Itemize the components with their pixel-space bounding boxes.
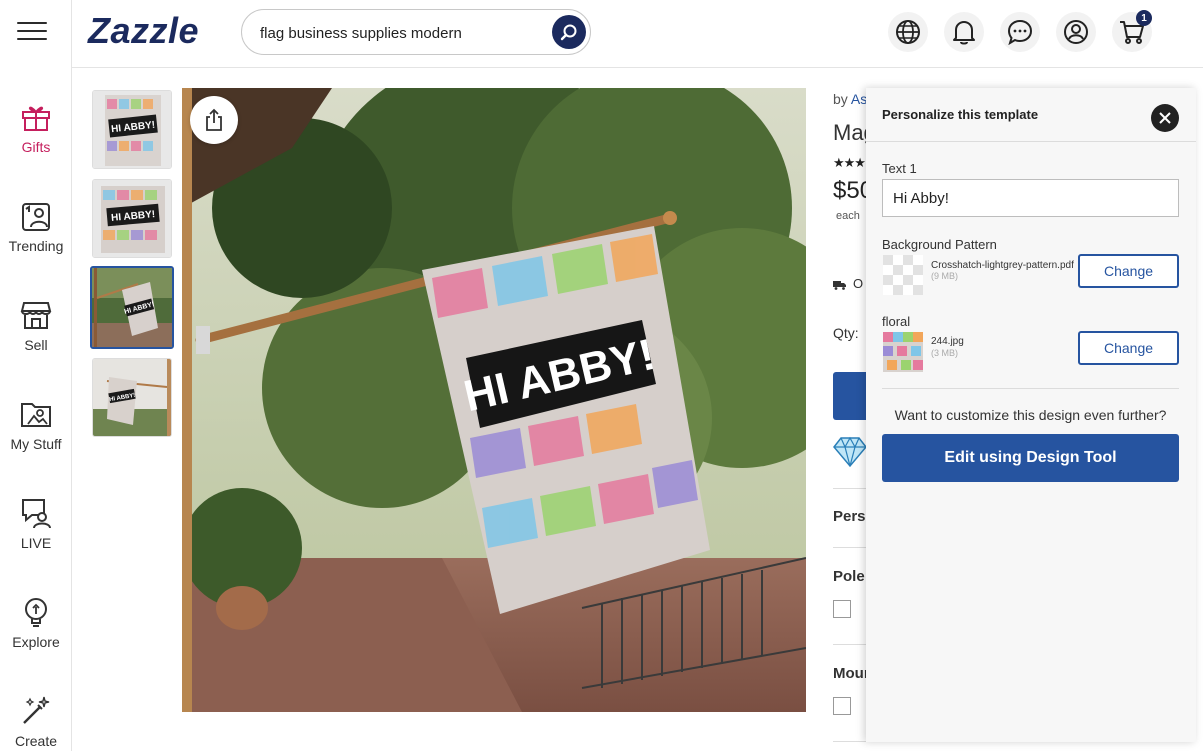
floral-label: floral xyxy=(882,314,911,329)
truck-icon xyxy=(833,280,846,290)
bg-pattern-label: Background Pattern xyxy=(882,237,997,252)
rail-label-sell: Sell xyxy=(24,337,48,353)
close-panel-button[interactable] xyxy=(1151,104,1179,132)
diamond-icon xyxy=(833,436,867,468)
shipping-text: O xyxy=(853,276,864,291)
thumbnail-4[interactable]: HI ABBY! xyxy=(92,358,172,437)
gift-icon xyxy=(22,106,50,131)
left-rail: Gifts Trending Sell My Stuff LIVE Explor… xyxy=(0,0,72,751)
trending-icon xyxy=(22,203,50,231)
thumbnail-1[interactable]: HI ABBY! xyxy=(92,90,172,169)
share-button[interactable] xyxy=(190,96,238,144)
folder-icon xyxy=(21,403,51,427)
by-label: by xyxy=(833,91,848,107)
rail-label-explore: Explore xyxy=(12,634,60,650)
menu-icon[interactable] xyxy=(17,22,47,42)
panel-divider xyxy=(882,388,1179,389)
rail-item-live[interactable]: LIVE xyxy=(0,497,72,551)
messages-button[interactable] xyxy=(1000,12,1040,52)
close-icon xyxy=(1159,112,1171,124)
search-button[interactable] xyxy=(552,15,586,49)
text1-input[interactable] xyxy=(882,179,1179,217)
rail-label-gifts: Gifts xyxy=(21,139,51,155)
section-mount[interactable]: Mour xyxy=(833,665,870,682)
customize-note: Want to customize this design even furth… xyxy=(894,407,1167,423)
notifications-button[interactable] xyxy=(944,12,984,52)
rail-label-live: LIVE xyxy=(20,535,52,551)
lightbulb-icon xyxy=(25,598,47,627)
checkerboard-thumbnail xyxy=(883,255,923,295)
edit-design-tool-button[interactable]: Edit using Design Tool xyxy=(882,434,1179,482)
thumbnail-2[interactable]: HI ABBY! xyxy=(92,179,172,258)
change-floral-button[interactable]: Change xyxy=(1078,331,1179,365)
quantity-label: Qty: xyxy=(833,325,859,341)
user-icon xyxy=(1064,20,1088,44)
price-unit: each xyxy=(836,210,860,222)
store-icon xyxy=(20,302,52,329)
bg-pattern-thumbnail xyxy=(883,255,923,295)
thumbnail-image: HI ABBY! xyxy=(93,359,171,436)
rail-label-create: Create xyxy=(14,733,58,749)
flag-photo: HI ABBY! xyxy=(182,88,806,712)
floral-filesize: (3 MB) xyxy=(931,348,958,358)
rail-item-sell[interactable]: Sell xyxy=(0,299,72,353)
rail-item-create[interactable]: Create xyxy=(0,695,72,749)
zazzle-logo[interactable]: Zazzle xyxy=(88,10,199,52)
top-header: Zazzle flag business supplies modern 1 xyxy=(72,0,1203,68)
floral-thumbnail xyxy=(883,332,923,372)
bg-pattern-filesize: (9 MB) xyxy=(931,271,958,281)
product-main-image[interactable]: HI ABBY! xyxy=(182,88,806,712)
thumbnail-image: HI ABBY! xyxy=(93,91,171,168)
cart-button[interactable]: 1 xyxy=(1112,10,1152,52)
search-icon xyxy=(560,24,577,41)
search-bar xyxy=(241,9,591,55)
bg-pattern-filename: Crosshatch-lightgrey-pattern.pdf xyxy=(931,260,1074,271)
magic-wand-icon xyxy=(23,696,50,724)
thumbnail-image: HI ABBY! xyxy=(93,180,171,257)
language-button[interactable] xyxy=(888,12,928,52)
thumbnail-image: HI ABBY! xyxy=(92,268,172,347)
cart-count-badge: 1 xyxy=(1136,10,1152,26)
rail-item-my-stuff[interactable]: My Stuff xyxy=(0,398,72,452)
personalize-panel: Personalize this template Text 1 Backgro… xyxy=(866,88,1196,742)
floral-pattern-thumbnail xyxy=(883,332,923,372)
pole-checkbox[interactable] xyxy=(833,600,851,618)
search-input[interactable] xyxy=(260,22,540,44)
panel-title: Personalize this template xyxy=(882,107,1039,122)
mount-checkbox[interactable] xyxy=(833,697,851,715)
change-bg-pattern-button[interactable]: Change xyxy=(1078,254,1179,288)
rail-label-trending: Trending xyxy=(8,238,64,254)
rail-item-trending[interactable]: Trending xyxy=(0,200,72,254)
rail-item-explore[interactable]: Explore xyxy=(0,596,72,650)
panel-divider xyxy=(866,141,1196,142)
account-button[interactable] xyxy=(1056,12,1096,52)
designer-link[interactable]: As xyxy=(851,91,867,107)
chat-bubble-icon xyxy=(1007,19,1033,45)
designer-byline: by As xyxy=(833,91,867,107)
text1-label: Text 1 xyxy=(882,161,917,176)
floral-filename: 244.jpg xyxy=(931,336,964,347)
section-pole[interactable]: Pole xyxy=(833,568,865,585)
rail-item-gifts[interactable]: Gifts xyxy=(0,101,72,155)
live-chat-icon xyxy=(22,499,51,529)
rating-stars[interactable]: ★★★ xyxy=(833,155,866,171)
shipping-info: O xyxy=(833,276,863,291)
thumbnail-3-selected[interactable]: HI ABBY! xyxy=(90,266,174,349)
share-icon xyxy=(206,108,222,131)
rail-label-my-stuff: My Stuff xyxy=(10,436,62,452)
bell-icon xyxy=(953,21,975,45)
globe-icon xyxy=(896,20,920,44)
